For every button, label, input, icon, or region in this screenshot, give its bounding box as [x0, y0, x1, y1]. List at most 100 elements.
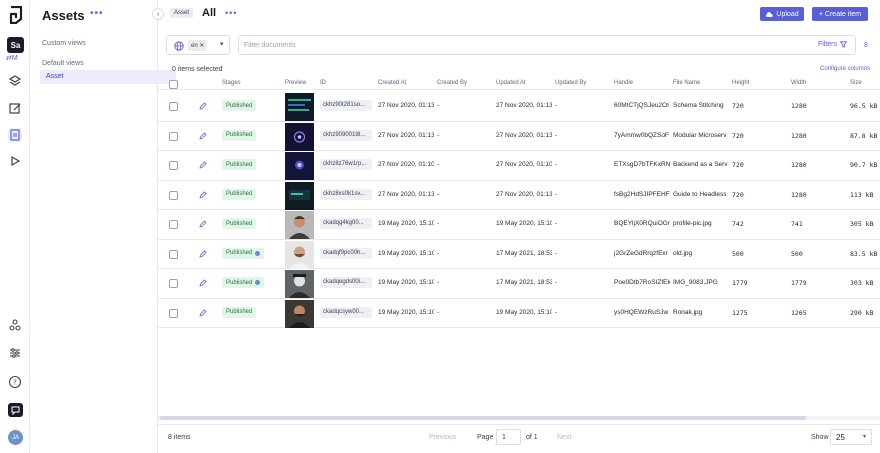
row-checkbox[interactable]	[169, 190, 178, 200]
select-all-checkbox[interactable]	[169, 80, 178, 89]
preview-thumbnail[interactable]	[285, 93, 314, 121]
create-item-button[interactable]: + Create item	[812, 7, 868, 21]
horizontal-scrollbar-thumb[interactable]	[160, 416, 806, 420]
content-edit-icon[interactable]	[8, 101, 22, 115]
row-checkbox[interactable]	[169, 249, 178, 259]
table-row[interactable]: Published ckhz90t281so... 27 Nov 2020, 01:…	[158, 92, 880, 122]
table-row[interactable]: Published ckadqf9pc00h... 19 May 2020, 15:…	[158, 240, 880, 269]
column-header-updated-at[interactable]: Updated At	[496, 80, 526, 86]
filters-label: Filters	[817, 41, 837, 48]
created-by-cell: -	[437, 161, 440, 168]
width-cell: 741	[791, 220, 803, 228]
row-checkbox[interactable]	[169, 161, 178, 170]
edit-pencil-icon[interactable]	[199, 308, 207, 317]
row-checkbox[interactable]	[169, 131, 178, 141]
row-checkbox[interactable]	[169, 102, 178, 111]
id-chip[interactable]: ckhz8z76w1rp...	[320, 159, 372, 170]
api-playground-icon[interactable]	[8, 154, 22, 168]
id-chip[interactable]: ckhz909001t8...	[320, 129, 372, 141]
created-by-cell: -	[437, 279, 440, 286]
edit-pencil-icon[interactable]	[199, 190, 207, 199]
next-page-button[interactable]: Next	[557, 434, 571, 441]
schema-layers-icon[interactable]	[8, 74, 22, 88]
status-badge-label: Published	[226, 309, 253, 315]
project-avatar[interactable]: Sa	[7, 37, 24, 53]
id-chip[interactable]: ckhz8xs0k1sv...	[320, 188, 372, 200]
height-cell: 720	[732, 190, 744, 199]
column-header-width[interactable]: Width	[791, 80, 806, 86]
hygraph-logo-icon[interactable]	[9, 6, 23, 24]
view-item-asset[interactable]: Asset	[40, 70, 176, 84]
chat-support-icon[interactable]	[8, 403, 23, 417]
preview-thumbnail[interactable]	[285, 240, 314, 269]
locale-selector[interactable]: en ✕ ▾	[166, 35, 230, 55]
column-header-height[interactable]: Height	[732, 80, 749, 86]
funnel-icon	[840, 41, 847, 48]
width-cell: 1280	[791, 161, 807, 169]
id-chip[interactable]: ckadqg4kg00...	[320, 218, 372, 229]
assets-icon[interactable]	[8, 128, 22, 142]
created-at-cell: 27 Nov 2020, 01:10	[378, 161, 434, 168]
column-header-updated-by[interactable]: Updated By	[555, 80, 586, 86]
locale-chip[interactable]: en ✕	[188, 40, 208, 51]
width-cell: 1280	[791, 131, 807, 140]
settings-sliders-icon[interactable]	[8, 346, 22, 360]
column-header-stages[interactable]: Stages	[222, 80, 241, 86]
edit-pencil-icon[interactable]	[199, 220, 207, 228]
upload-button[interactable]: Upload	[760, 7, 804, 21]
selected-count: 0 items selected	[172, 66, 223, 73]
title-more-icon[interactable]: •••	[90, 8, 104, 19]
user-avatar[interactable]: JA	[8, 430, 23, 445]
table-row[interactable]: Published ckadqcsyw00... 19 May 2020, 15:1…	[158, 299, 880, 328]
previous-page-button[interactable]: Previous	[429, 434, 456, 441]
edit-pencil-icon[interactable]	[199, 102, 207, 110]
column-header-created-at[interactable]: Created At	[378, 80, 406, 86]
preview-thumbnail[interactable]	[285, 270, 314, 298]
table-row[interactable]: Published ckhz8z76w1rp... 27 Nov 2020, 01:…	[158, 151, 880, 181]
id-chip[interactable]: ckadqf9pc00h...	[320, 247, 372, 259]
preview-thumbnail[interactable]	[285, 299, 314, 328]
edit-pencil-icon[interactable]	[199, 161, 207, 169]
view-more-icon[interactable]: •••	[225, 8, 237, 18]
table-row[interactable]: Published ckadqegds00i... 19 May 2020, 15:…	[158, 269, 880, 299]
height-cell: 720	[732, 161, 744, 169]
preview-thumbnail[interactable]	[285, 152, 314, 180]
column-header-file-name[interactable]: File Name	[673, 80, 700, 86]
status-badge-label: Published	[226, 132, 253, 138]
row-checkbox[interactable]	[169, 279, 178, 288]
handle-cell: BQEYljX0RQuiOGr	[614, 220, 670, 227]
table-row[interactable]: Published ckadqg4kg00... 19 May 2020, 15:1…	[158, 210, 880, 240]
file-name-cell: Guide to Headless	[673, 190, 727, 198]
preview-thumbnail[interactable]	[285, 181, 314, 210]
column-header-preview[interactable]: Preview	[285, 80, 306, 86]
edit-pencil-icon[interactable]	[199, 279, 207, 287]
page-size-select[interactable]: 25 ▾	[830, 429, 872, 445]
filter-search-input[interactable]: Filter documents Filters	[238, 35, 856, 55]
edit-pencil-icon[interactable]	[199, 131, 207, 140]
row-checkbox[interactable]	[169, 220, 178, 229]
created-at-cell: 27 Nov 2020, 01:13	[378, 190, 434, 198]
id-chip[interactable]: ckhz90t281so...	[320, 100, 372, 111]
file-name-cell: Schema Stitching	[673, 102, 724, 109]
help-icon[interactable]: ?	[8, 375, 22, 389]
result-count-link[interactable]: 8	[864, 42, 868, 49]
environment-indicator[interactable]: ⇄M	[6, 54, 18, 62]
page-number-input[interactable]: 1	[496, 429, 521, 445]
column-header-id[interactable]: ID	[320, 80, 326, 86]
id-chip[interactable]: ckadqcsyw00...	[320, 306, 372, 318]
id-chip[interactable]: ckadqegds00i...	[320, 277, 372, 288]
webhooks-icon[interactable]	[8, 318, 22, 332]
handle-cell: ETXsgD7bTFKxRN	[614, 161, 670, 168]
filters-button[interactable]: Filters	[818, 41, 847, 48]
preview-thumbnail[interactable]	[285, 122, 314, 151]
column-header-created-by[interactable]: Created By	[437, 80, 467, 86]
configure-columns-link[interactable]: Configure columns	[820, 66, 870, 72]
row-checkbox[interactable]	[169, 308, 178, 318]
table-row[interactable]: Published ckhz909001t8... 27 Nov 2020, 01:…	[158, 122, 880, 151]
table-row[interactable]: Published ckhz8xs0k1sv... 27 Nov 2020, 01:…	[158, 181, 880, 210]
edit-pencil-icon[interactable]	[199, 249, 207, 258]
preview-thumbnail[interactable]	[285, 211, 314, 239]
column-header-handle[interactable]: Handle	[614, 80, 633, 86]
chevron-down-icon[interactable]: ▾	[220, 40, 224, 48]
column-header-size[interactable]: Size	[850, 80, 862, 86]
